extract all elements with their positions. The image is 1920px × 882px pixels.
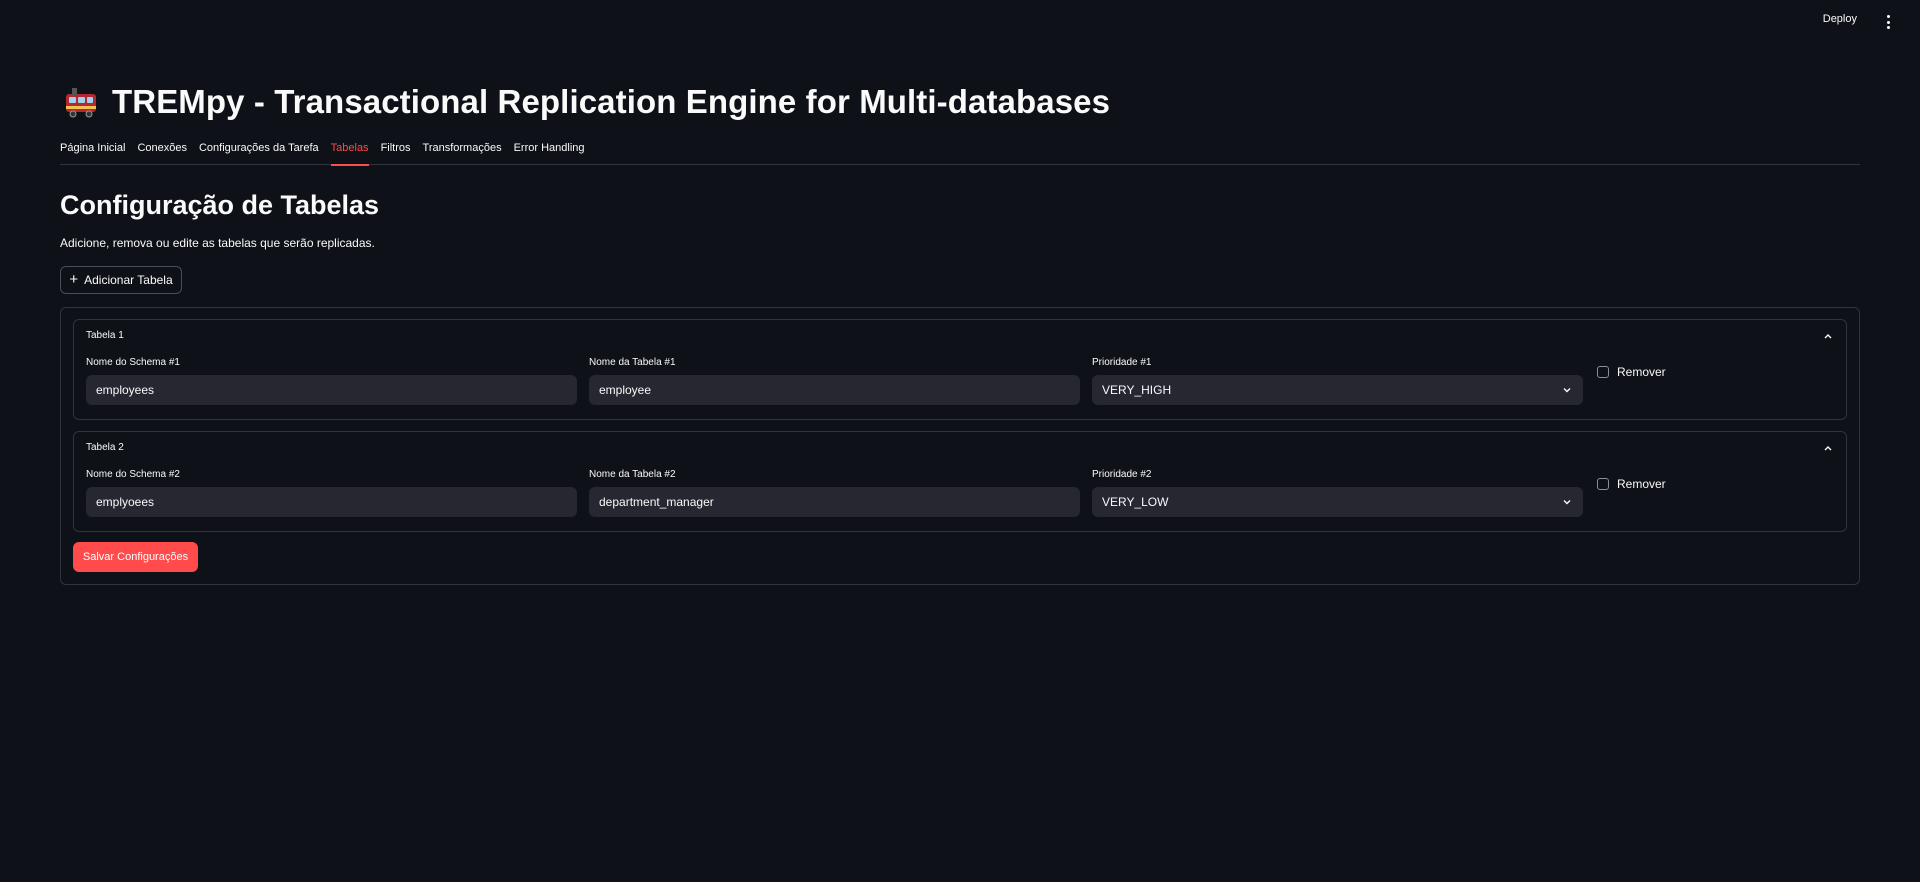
priority-select[interactable]: VERY_LOW <box>1092 487 1583 517</box>
tables-form: Tabela 1 Nome do Schema #1 employees Nom… <box>60 307 1860 585</box>
page-description: Adicione, remova ou edite as tabelas que… <box>60 236 375 250</box>
title-row: TREMpy - Transactional Replication Engin… <box>64 83 1111 120</box>
table-name-input[interactable]: employee <box>589 375 1080 405</box>
tab-filtros[interactable]: Filtros <box>381 139 411 165</box>
schema-label: Nome do Schema #2 <box>86 469 180 480</box>
table-expander-1[interactable]: Tabela 1 Nome do Schema #1 employees Nom… <box>73 319 1847 420</box>
checkbox-box[interactable] <box>1597 366 1609 378</box>
remove-label: Remover <box>1617 365 1666 379</box>
train-icon <box>64 86 98 118</box>
tab-transformacoes[interactable]: Transformações <box>423 139 502 165</box>
table-expander-2[interactable]: Tabela 2 Nome do Schema #2 emplyoees Nom… <box>73 431 1847 532</box>
tab-pagina-inicial[interactable]: Página Inicial <box>60 139 125 165</box>
plus-icon: + <box>69 271 79 288</box>
expander-title: Tabela 1 <box>86 330 124 341</box>
deploy-button[interactable]: Deploy <box>1823 13 1857 25</box>
tab-tabelas[interactable]: Tabelas <box>330 139 369 166</box>
schema-label: Nome do Schema #1 <box>86 357 180 368</box>
priority-select[interactable]: VERY_HIGH <box>1092 375 1583 405</box>
table-name-input[interactable]: department_manager <box>589 487 1080 517</box>
schema-input[interactable]: employees <box>86 375 577 405</box>
priority-value: VERY_LOW <box>1102 495 1169 509</box>
tab-error-handling[interactable]: Error Handling <box>514 139 585 165</box>
priority-label: Prioridade #2 <box>1092 469 1152 480</box>
priority-label: Prioridade #1 <box>1092 357 1152 368</box>
priority-value: VERY_HIGH <box>1102 383 1172 397</box>
chevron-up-icon[interactable] <box>1822 329 1834 341</box>
tab-configuracoes-tarefa[interactable]: Configurações da Tarefa <box>199 139 319 165</box>
schema-input[interactable]: emplyoees <box>86 487 577 517</box>
save-config-button[interactable]: Salvar Configurações <box>73 542 198 572</box>
add-table-button[interactable]: + Adicionar Tabela <box>60 266 182 294</box>
remove-checkbox[interactable]: Remover <box>1597 365 1666 379</box>
tab-bar: Página Inicial Conexões Configurações da… <box>60 139 1860 166</box>
chevron-down-icon <box>1561 496 1573 508</box>
remove-checkbox[interactable]: Remover <box>1597 477 1666 491</box>
kebab-menu-icon[interactable] <box>1881 13 1895 31</box>
page-heading: Configuração de Tabelas <box>60 190 380 220</box>
add-table-label: Adicionar Tabela <box>84 273 173 287</box>
table-name-label: Nome da Tabela #1 <box>589 357 676 368</box>
top-bar: Deploy <box>0 0 1920 44</box>
table-name-label: Nome da Tabela #2 <box>589 469 676 480</box>
checkbox-box[interactable] <box>1597 478 1609 490</box>
app-title: TREMpy - Transactional Replication Engin… <box>112 83 1111 120</box>
remove-label: Remover <box>1617 477 1666 491</box>
chevron-down-icon <box>1561 384 1573 396</box>
expander-title: Tabela 2 <box>86 442 124 453</box>
tab-conexoes[interactable]: Conexões <box>137 139 187 165</box>
chevron-up-icon[interactable] <box>1822 441 1834 453</box>
